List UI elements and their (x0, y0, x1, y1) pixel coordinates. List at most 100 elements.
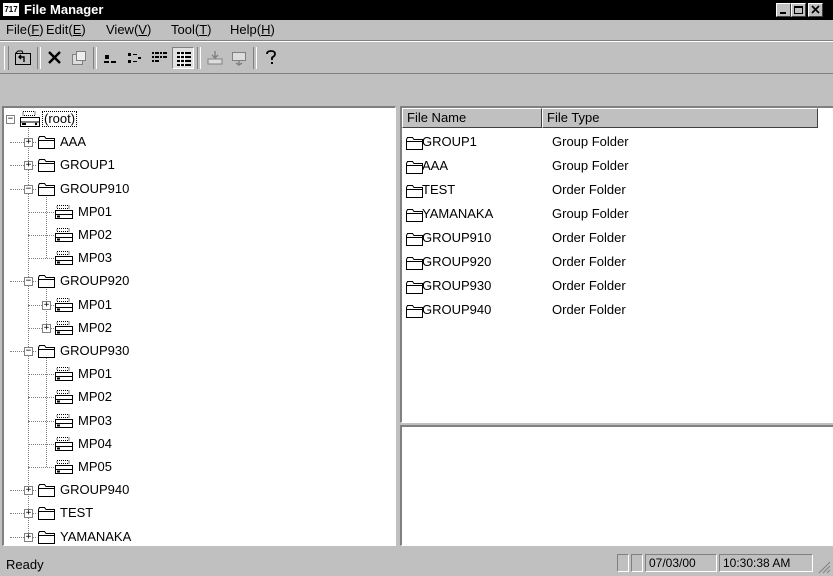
large-icons-button[interactable] (100, 47, 122, 69)
tree-node-label: YAMANAKA (60, 528, 132, 544)
expand-icon[interactable]: + (24, 486, 33, 496)
toolbar-separator (197, 47, 201, 69)
minimize-button[interactable] (776, 3, 791, 17)
tree-node-label: MP04 (78, 435, 112, 451)
small-icons-button[interactable] (124, 47, 146, 69)
menu-file[interactable]: File(F) (6, 22, 44, 38)
drive-icon (54, 459, 74, 480)
tree-node-label: (root) (42, 111, 78, 127)
tree-node[interactable]: + MP01 (4, 296, 384, 314)
properties-button[interactable] (68, 47, 90, 69)
tree-node[interactable]: MP03 (4, 412, 384, 430)
tree-node-label: MP02 (78, 319, 112, 335)
send-button[interactable] (228, 47, 250, 69)
column-header-file-name[interactable]: File Name (402, 108, 542, 128)
tree-node[interactable]: − GROUP910 (4, 180, 384, 198)
tree-node[interactable]: MP01 (4, 365, 384, 383)
folder-icon (38, 182, 56, 201)
drive-icon (54, 204, 74, 225)
collapse-icon[interactable]: − (24, 184, 33, 194)
minimize-icon (780, 12, 786, 14)
details-icon (177, 52, 191, 66)
list-icon (152, 52, 167, 62)
tree-node[interactable]: − GROUP920 (4, 272, 384, 290)
tree-node[interactable]: MP05 (4, 458, 384, 476)
tree-node[interactable]: MP02 (4, 388, 384, 406)
column-header-file-type[interactable]: File Type (542, 108, 818, 128)
title-bar[interactable]: 717 File Manager (0, 0, 833, 20)
file-type: Order Folder (552, 302, 626, 317)
list-item[interactable]: GROUP940 Order Folder (402, 298, 832, 322)
list-item[interactable]: GROUP930 Order Folder (402, 274, 832, 298)
file-list[interactable]: File Name File Type GROUP1 Group Folder AA… (400, 106, 833, 423)
collapse-icon[interactable]: − (6, 115, 15, 124)
folder-icon (38, 530, 56, 545)
expand-icon[interactable]: + (24, 532, 33, 542)
tree-root[interactable]: − (root) (4, 110, 384, 128)
folder-icon (38, 483, 56, 502)
expand-icon[interactable]: + (24, 509, 33, 519)
menu-tool[interactable]: Tool(T) (171, 22, 211, 38)
file-type: Order Folder (552, 230, 626, 245)
tree-node[interactable]: − GROUP930 (4, 342, 384, 360)
expand-icon[interactable]: + (42, 323, 51, 333)
tree-node-label: GROUP920 (60, 273, 130, 289)
properties-icon (72, 51, 86, 65)
drive-icon (54, 297, 74, 318)
up-folder-icon (15, 50, 31, 65)
list-button[interactable] (148, 47, 170, 69)
tree-node[interactable]: + GROUP940 (4, 481, 384, 499)
help-button[interactable] (260, 47, 282, 69)
tree-node[interactable]: + TEST (4, 504, 384, 522)
maximize-button[interactable] (791, 3, 806, 17)
expand-icon[interactable]: + (24, 138, 33, 148)
transfer-button[interactable] (204, 47, 226, 69)
list-item[interactable]: GROUP1 Group Folder (402, 130, 832, 154)
tree-node[interactable]: + YAMANAKA (4, 528, 384, 545)
tree-node-label: MP05 (78, 459, 112, 474)
details-button[interactable] (172, 47, 194, 69)
tree-node[interactable]: MP03 (4, 249, 384, 267)
tree-node[interactable]: + MP02 (4, 319, 384, 337)
status-time: 10:30:38 AM (719, 554, 813, 572)
folder-tree[interactable]: − (root) + AAA + GROUP1 − GROUP910 MP01 MP02 MP03 −… (2, 106, 396, 546)
file-type: Order Folder (552, 254, 626, 269)
resize-grip-icon[interactable] (815, 558, 831, 574)
collapse-icon[interactable]: − (24, 277, 33, 287)
list-item[interactable]: GROUP920 Order Folder (402, 250, 832, 274)
menu-help[interactable]: Help(H) (230, 22, 275, 38)
collapse-icon[interactable]: − (24, 347, 33, 356)
list-item[interactable]: TEST Order Folder (402, 178, 832, 202)
tree-node[interactable]: + GROUP1 (4, 156, 384, 174)
folder-icon (38, 506, 56, 525)
tree-node-label: GROUP930 (60, 343, 130, 358)
tree-node[interactable]: MP01 (4, 203, 384, 221)
expand-icon[interactable]: + (24, 161, 33, 171)
file-name: GROUP930 (422, 278, 492, 293)
close-button[interactable] (808, 3, 823, 17)
status-indicator (617, 554, 629, 572)
tree-node[interactable]: MP04 (4, 435, 384, 453)
tree-node-label: MP03 (78, 250, 112, 266)
toolbar-grip[interactable] (4, 46, 9, 70)
delete-button[interactable] (44, 47, 66, 69)
expand-icon[interactable]: + (42, 300, 51, 310)
tree-node-label: MP01 (78, 366, 112, 382)
tree-node-label: MP01 (78, 203, 112, 219)
folder-icon (38, 158, 56, 177)
file-name: YAMANAKA (422, 206, 494, 221)
menu-edit[interactable]: Edit(E) (46, 22, 86, 38)
list-item[interactable]: AAA Group Folder (402, 154, 832, 178)
menu-view[interactable]: View(V) (106, 22, 151, 38)
list-item[interactable]: YAMANAKA Group Folder (402, 202, 832, 226)
list-item[interactable]: GROUP910 Order Folder (402, 226, 832, 250)
drive-icon (54, 366, 74, 387)
tree-node-label: MP01 (78, 296, 112, 312)
drive-icon (54, 250, 74, 271)
drive-icon (54, 389, 74, 410)
tree-node[interactable]: + AAA (4, 133, 384, 151)
tree-node[interactable]: MP02 (4, 226, 384, 244)
file-type: Group Folder (552, 158, 629, 173)
up-folder-button[interactable] (12, 47, 34, 69)
file-type: Order Folder (552, 278, 626, 293)
